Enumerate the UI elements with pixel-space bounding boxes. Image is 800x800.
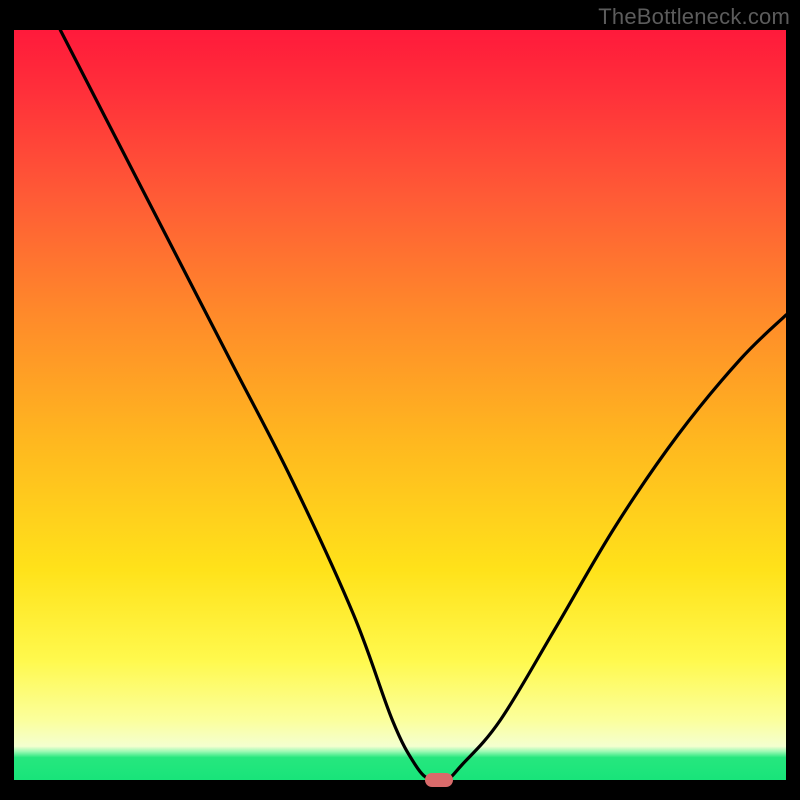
chart-frame: TheBottleneck.com <box>0 0 800 800</box>
plot-area <box>14 30 786 780</box>
watermark-text: TheBottleneck.com <box>598 4 790 30</box>
bottleneck-curve <box>14 30 786 780</box>
minimum-marker <box>425 773 453 787</box>
